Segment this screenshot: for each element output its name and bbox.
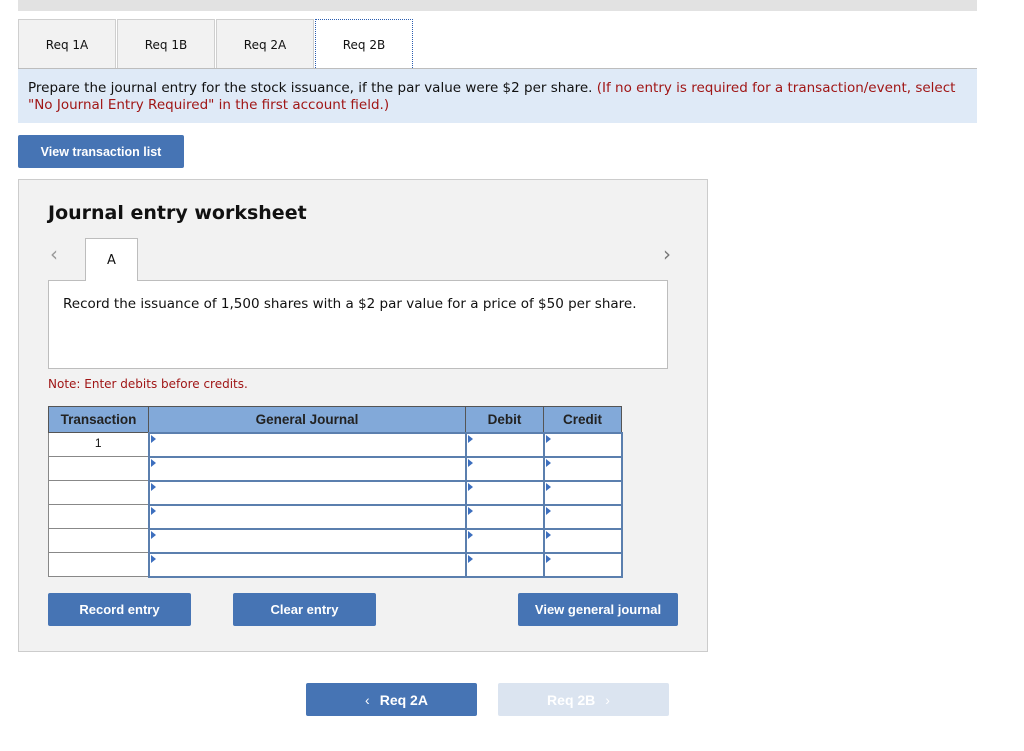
dropdown-indicator-icon — [150, 434, 156, 443]
view-general-journal-button[interactable]: View general journal — [518, 593, 678, 626]
entry-tab-label: A — [107, 252, 116, 268]
requirement-tabs: Req 1A Req 1B Req 2A Req 2B — [18, 19, 414, 70]
account-field-cell — [147, 503, 467, 530]
credit-field[interactable] — [544, 481, 621, 504]
dropdown-indicator-icon — [467, 530, 473, 539]
debit-field-cell — [464, 479, 545, 506]
transaction-cell: 1 — [48, 432, 149, 457]
header-credit: Credit — [543, 406, 622, 433]
debit-field[interactable] — [466, 481, 543, 504]
debit-field-cell — [464, 455, 545, 482]
dropdown-indicator-icon — [545, 458, 551, 467]
dropdown-indicator-icon — [545, 434, 551, 443]
table-row — [48, 551, 623, 578]
credit-field-cell — [542, 503, 623, 530]
dropdown-indicator-icon — [467, 434, 473, 443]
debit-field-cell — [464, 431, 545, 458]
account-field[interactable] — [149, 433, 465, 456]
account-field-cell — [147, 479, 467, 506]
next-req-label: Req 2B — [547, 691, 596, 708]
clear-entry-button[interactable]: Clear entry — [233, 593, 376, 626]
prev-req-button[interactable]: ‹ Req 2A — [306, 683, 477, 716]
journal-table: Transaction General Journal Debit Credit… — [48, 406, 623, 578]
journal-entry-worksheet: Journal entry worksheet ‹ A › Record the… — [18, 179, 708, 652]
dropdown-indicator-icon — [150, 458, 156, 467]
account-field-cell — [147, 455, 467, 482]
credit-field[interactable] — [544, 553, 621, 576]
worksheet-title: Journal entry worksheet — [48, 202, 307, 224]
transaction-description: Record the issuance of 1,500 shares with… — [48, 280, 668, 369]
account-field[interactable] — [149, 505, 465, 528]
debit-field[interactable] — [466, 505, 543, 528]
tab-req-1b[interactable]: Req 1B — [117, 19, 215, 69]
credit-field[interactable] — [544, 457, 621, 480]
header-debit: Debit — [465, 406, 544, 433]
dropdown-indicator-icon — [150, 482, 156, 491]
top-bar — [18, 0, 977, 11]
transaction-cell — [48, 552, 149, 577]
credit-field-cell — [542, 527, 623, 554]
debit-field[interactable] — [466, 529, 543, 552]
credit-field[interactable] — [544, 433, 621, 456]
table-row — [48, 455, 623, 482]
dropdown-indicator-icon — [545, 554, 551, 563]
transaction-cell — [48, 528, 149, 553]
dropdown-indicator-icon — [467, 458, 473, 467]
dropdown-indicator-icon — [150, 554, 156, 563]
account-field[interactable] — [149, 529, 465, 552]
header-transaction: Transaction — [48, 406, 149, 433]
dropdown-indicator-icon — [545, 530, 551, 539]
next-req-button[interactable]: Req 2B › — [498, 683, 669, 716]
account-field[interactable] — [149, 457, 465, 480]
dropdown-indicator-icon — [545, 506, 551, 515]
credit-field-cell — [542, 479, 623, 506]
table-row — [48, 503, 623, 530]
account-field[interactable] — [149, 481, 465, 504]
account-field-cell — [147, 431, 467, 458]
record-entry-button[interactable]: Record entry — [48, 593, 191, 626]
chevron-right-icon: › — [605, 691, 610, 708]
table-row: 1 — [48, 431, 623, 458]
credit-field-cell — [542, 455, 623, 482]
header-general-journal: General Journal — [148, 406, 466, 433]
dropdown-indicator-icon — [150, 530, 156, 539]
transaction-cell — [48, 456, 149, 481]
tab-req-2b[interactable]: Req 2B — [315, 19, 413, 70]
chevron-left-icon: ‹ — [365, 691, 370, 708]
instructions-text: Prepare the journal entry for the stock … — [28, 80, 593, 96]
chevron-left-icon[interactable]: ‹ — [50, 242, 58, 266]
debit-field-cell — [464, 551, 545, 578]
dropdown-indicator-icon — [467, 482, 473, 491]
debit-field-cell — [464, 503, 545, 530]
account-field[interactable] — [149, 553, 465, 576]
account-field-cell — [147, 527, 467, 554]
credit-field[interactable] — [544, 529, 621, 552]
debit-field-cell — [464, 527, 545, 554]
debit-field[interactable] — [466, 457, 543, 480]
chevron-right-icon[interactable]: › — [663, 242, 671, 266]
account-field-cell — [147, 551, 467, 578]
table-row — [48, 527, 623, 554]
debit-field[interactable] — [466, 433, 543, 456]
instructions-banner: Prepare the journal entry for the stock … — [18, 68, 977, 123]
transaction-cell — [48, 504, 149, 529]
dropdown-indicator-icon — [467, 554, 473, 563]
dropdown-indicator-icon — [150, 506, 156, 515]
credit-field[interactable] — [544, 505, 621, 528]
prev-req-label: Req 2A — [379, 691, 428, 708]
debit-credit-note: Note: Enter debits before credits. — [48, 377, 248, 391]
dropdown-indicator-icon — [467, 506, 473, 515]
tab-req-2a[interactable]: Req 2A — [216, 19, 314, 69]
transaction-cell — [48, 480, 149, 505]
table-row — [48, 479, 623, 506]
entry-tab-a[interactable]: A — [85, 238, 138, 281]
credit-field-cell — [542, 551, 623, 578]
debit-field[interactable] — [466, 553, 543, 576]
credit-field-cell — [542, 431, 623, 458]
dropdown-indicator-icon — [545, 482, 551, 491]
tab-req-1a[interactable]: Req 1A — [18, 19, 116, 69]
view-transaction-list-button[interactable]: View transaction list — [18, 135, 184, 168]
